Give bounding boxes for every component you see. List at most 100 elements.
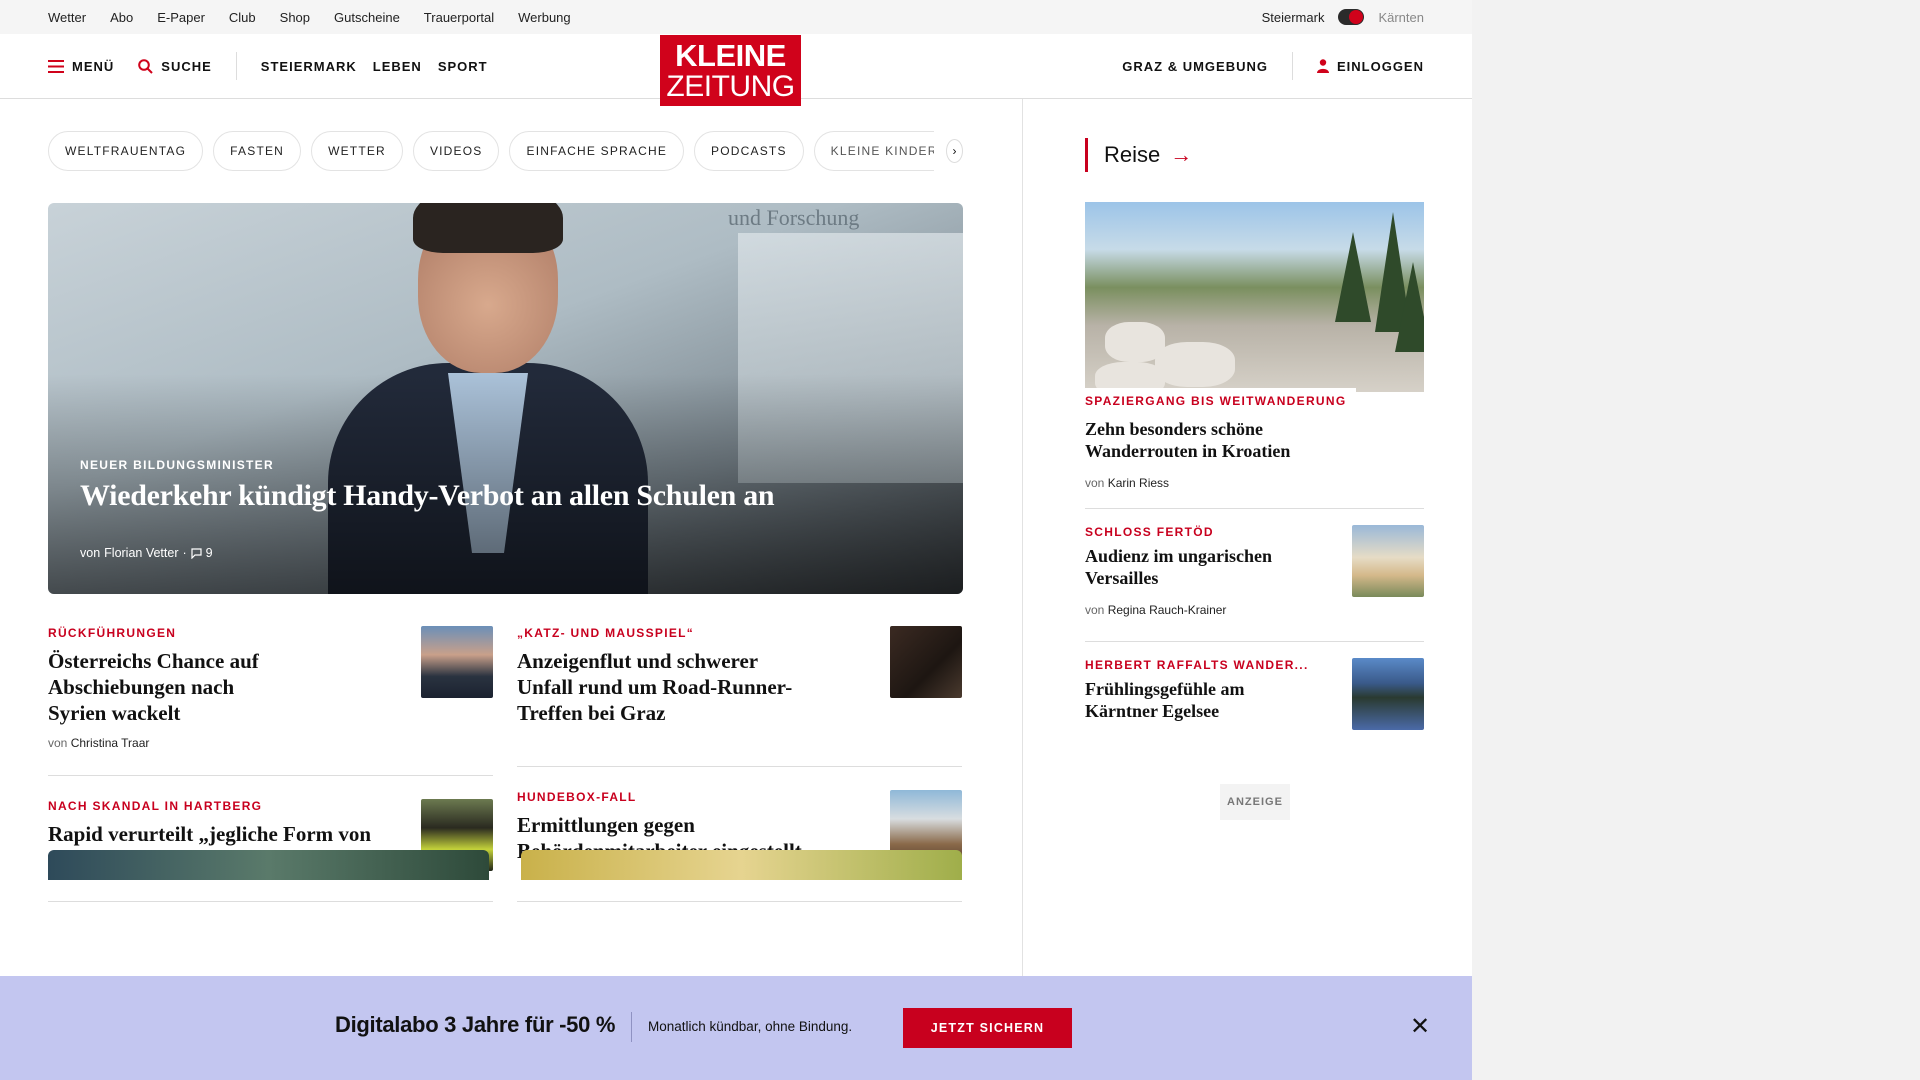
sidebar-main-author[interactable]: Karin Riess (1108, 476, 1169, 490)
article-thumbnail[interactable] (890, 626, 962, 698)
search-label: SUCHE (161, 58, 212, 74)
chip-fasten[interactable]: FASTEN (213, 130, 302, 171)
article-byline: von Christina Traar (48, 736, 493, 750)
promo-title: Digitalabo 3 Jahre für -50 % (335, 1012, 616, 1037)
hero-author[interactable]: Florian Vetter (104, 546, 178, 560)
hero-title[interactable]: Wiederkehr kündigt Handy-Verbot an allen… (80, 479, 775, 513)
sidebar-article[interactable]: SCHLOSS FERTÖD Audienz im ungarischen Ve… (1085, 525, 1424, 637)
header-left: MENÜ SUCHE STEIERMARK LEBEN SPORT (48, 52, 504, 80)
hero-comment-count[interactable]: 9 (206, 546, 213, 560)
sidebar-article-body: HERBERT RAFFALTS WANDER... Frühlingsgefü… (1085, 658, 1424, 730)
header-divider-right (1291, 52, 1293, 80)
sidebar-main-title[interactable]: Zehn besonders schöne Wanderrouten in Kr… (1085, 418, 1325, 462)
image-tree (1335, 232, 1371, 322)
util-link-trauerportal[interactable]: Trauerportal (424, 10, 494, 25)
region-link[interactable]: GRAZ & UMGEBUNG (1122, 59, 1268, 74)
util-link-abo[interactable]: Abo (110, 10, 133, 25)
page: Wetter Abo E-Paper Club Shop Gutscheine … (0, 0, 1472, 1080)
chevron-right-icon[interactable]: › (946, 138, 963, 163)
article-title[interactable]: Audienz im ungarischen Versailles (1085, 545, 1305, 589)
sidebar-main-image[interactable] (1085, 202, 1424, 392)
promo-banner: Digitalabo 3 Jahre für -50 % Monatlich k… (0, 976, 1472, 1080)
sidebar-article[interactable]: HERBERT RAFFALTS WANDER... Frühlingsgefü… (1085, 658, 1424, 738)
article-card[interactable]: HUNDEBOX-FALL Ermittlungen gegen Behörde… (517, 790, 962, 902)
util-link-epaper[interactable]: E-Paper (157, 10, 205, 25)
main-column: WELTFRAUENTAG FASTEN WETTER VIDEOS EINFA… (48, 100, 963, 902)
chip-podcasts[interactable]: PODCASTS (694, 130, 804, 171)
login-button[interactable]: EINLOGGEN (1316, 58, 1424, 74)
region-switch: Steiermark Kärnten (1262, 9, 1424, 25)
close-icon[interactable]: ✕ (1410, 1012, 1430, 1041)
nav-sport[interactable]: SPORT (438, 59, 488, 74)
article-divider (517, 766, 962, 767)
sidebar-heading-label: Reise (1104, 142, 1161, 167)
article-card[interactable]: „KATZ- UND MAUSSPIEL“ Anzeigenflut und s… (517, 626, 962, 767)
search-icon (138, 58, 153, 74)
region-inactive[interactable]: Kärnten (1378, 10, 1424, 25)
site-logo[interactable]: KLEINE ZEITUNG (660, 35, 801, 106)
teaser-image[interactable] (521, 850, 962, 880)
util-link-gutscheine[interactable]: Gutscheine (334, 10, 400, 25)
sidebar-main-kicker: SPAZIERGANG BIS WEITWANDERUNG (1085, 388, 1357, 412)
region-active[interactable]: Steiermark (1262, 10, 1325, 25)
image-rock (1155, 342, 1235, 387)
util-link-club[interactable]: Club (229, 10, 256, 25)
hero-article[interactable]: und Forschung NEUER BILDUNGSMINISTER Wie… (48, 203, 963, 594)
chip-kleine-kinderzeitung[interactable]: KLEINE KINDERZEI (813, 130, 935, 171)
article-byline: von Regina Rauch-Krainer (1085, 603, 1424, 617)
article-title[interactable]: Frühlingsgefühle am Kärntner Egelsee (1085, 678, 1285, 722)
hero-byline-prefix: von (80, 546, 101, 560)
chip-wetter[interactable]: WETTER (311, 130, 403, 171)
nav-leben[interactable]: LEBEN (373, 59, 422, 74)
article-title[interactable]: Österreichs Chance auf Abschiebungen nac… (48, 648, 263, 726)
chip-einfache-sprache[interactable]: EINFACHE SPRACHE (509, 130, 685, 171)
hamburger-icon (48, 59, 64, 73)
article-divider (48, 901, 493, 902)
teaser-image[interactable] (48, 850, 489, 880)
hero-byline: von Florian Vetter · 9 (80, 546, 213, 560)
hero-background-caption: und Forschung (728, 205, 860, 230)
user-icon (1316, 59, 1329, 73)
hero-kicker: NEUER BILDUNGSMINISTER (80, 458, 274, 472)
comment-icon (191, 547, 202, 559)
promo-subtitle: Monatlich kündbar, ohne Bindung. (648, 1019, 853, 1034)
utility-links: Wetter Abo E-Paper Club Shop Gutscheine … (48, 10, 595, 25)
article-thumbnail[interactable] (1352, 658, 1424, 730)
site-header: MENÜ SUCHE STEIERMARK LEBEN SPORT KLEINE… (0, 34, 1472, 106)
promo-cta-button[interactable]: JETZT SICHERN (903, 1008, 1072, 1048)
header-right: GRAZ & UMGEBUNG EINLOGGEN (1122, 52, 1424, 80)
region-toggle[interactable] (1338, 9, 1365, 25)
nav-steiermark[interactable]: STEIERMARK (261, 59, 357, 74)
login-label: EINLOGGEN (1336, 58, 1424, 74)
chip-weltfrauentag[interactable]: WELTFRAUENTAG (48, 130, 204, 171)
utility-bar: Wetter Abo E-Paper Club Shop Gutscheine … (0, 0, 1472, 34)
article-card[interactable]: RÜCKFÜHRUNGEN Österreichs Chance auf Abs… (48, 626, 493, 776)
byline-prefix: von (1085, 476, 1105, 490)
image-tree (1395, 262, 1424, 352)
search-button[interactable]: SUCHE (138, 59, 212, 74)
logo-line2: ZEITUNG (666, 69, 795, 103)
byline-prefix: von (1085, 603, 1105, 617)
promo-divider (631, 1012, 632, 1042)
sidebar-divider (1085, 508, 1424, 509)
util-link-werbung[interactable]: Werbung (518, 10, 571, 25)
column-divider (1022, 99, 1023, 979)
ad-label: ANZEIGE (1220, 784, 1290, 820)
article-author[interactable]: Christina Traar (71, 736, 150, 750)
chip-videos[interactable]: VIDEOS (412, 130, 500, 171)
sidebar: Reise → SPAZIERGANG BIS WEITWANDERUNG Ze… (1085, 100, 1424, 738)
sidebar-heading[interactable]: Reise → (1085, 138, 1424, 172)
article-title[interactable]: Anzeigenflut und schwerer Unfall rund um… (517, 648, 807, 726)
article-thumbnail[interactable] (421, 626, 493, 698)
article-author[interactable]: Regina Rauch-Krainer (1108, 603, 1227, 617)
article-grid: RÜCKFÜHRUNGEN Österreichs Chance auf Abs… (48, 594, 963, 902)
logo-line1: KLEINE (675, 37, 786, 73)
menu-button[interactable]: MENÜ (48, 59, 114, 74)
util-link-shop[interactable]: Shop (280, 10, 310, 25)
article-thumbnail[interactable] (1352, 525, 1424, 597)
article-divider (48, 775, 493, 776)
util-link-wetter[interactable]: Wetter (48, 10, 86, 25)
menu-label: MENÜ (72, 58, 115, 74)
sidebar-article-body: SCHLOSS FERTÖD Audienz im ungarischen Ve… (1085, 525, 1424, 617)
byline-prefix: von (48, 736, 68, 750)
